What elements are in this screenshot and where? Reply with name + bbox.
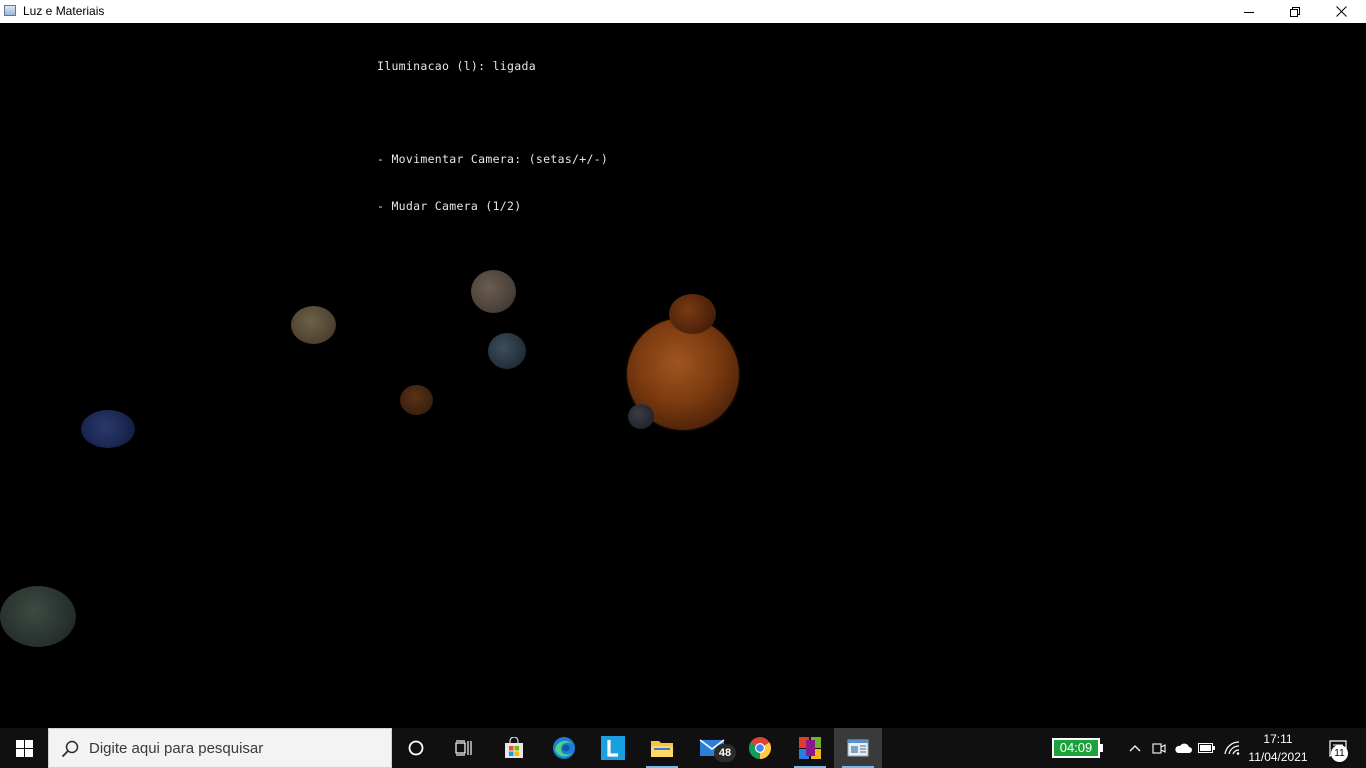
search-box[interactable]: Digite aqui para pesquisar [48, 728, 392, 768]
planet-tan [291, 306, 336, 344]
cortana-icon [408, 740, 424, 756]
camera-icon [1152, 743, 1166, 754]
planet-gray-small [628, 404, 654, 429]
clock[interactable]: 17:11 11/04/2021 [1244, 730, 1312, 766]
planet-brown [400, 385, 433, 415]
clock-date: 11/04/2021 [1248, 750, 1308, 764]
planet-orange-small [669, 294, 716, 334]
planet-earth [488, 333, 526, 369]
meet-now-button[interactable] [1148, 728, 1170, 768]
show-hidden-icons-button[interactable] [1124, 728, 1146, 768]
store-button[interactable] [490, 728, 538, 768]
restore-button[interactable] [1272, 0, 1318, 23]
restore-icon [1290, 6, 1300, 17]
wifi-icon [1224, 741, 1240, 755]
cortana-button[interactable] [392, 728, 440, 768]
windows-icon [15, 739, 33, 757]
close-icon [1335, 6, 1347, 17]
mail-button[interactable]: 48 [688, 728, 736, 768]
l-app-icon [601, 736, 625, 760]
hud-spacer [377, 106, 608, 122]
battery-timer-badge[interactable]: 04:09 [1052, 738, 1100, 758]
office-app-icon [799, 737, 821, 759]
taskbar: Digite aqui para pesquisar 48 04:09 17:1… [0, 728, 1366, 768]
file-explorer-button[interactable] [638, 728, 686, 768]
planet-green-large [0, 586, 76, 647]
title-bar[interactable]: Luz e Materiais [0, 0, 1366, 23]
app-window: Luz e Materiais Iluminacao (l): ligada -… [0, 0, 1366, 728]
hud-text: Iluminacao (l): ligada - Movimentar Came… [377, 28, 608, 245]
app-icon [4, 5, 16, 16]
render-canvas[interactable]: Iluminacao (l): ligada - Movimentar Came… [0, 23, 1366, 728]
planet-striped [471, 270, 516, 313]
minimize-button[interactable] [1226, 0, 1272, 23]
folder-icon [651, 741, 673, 757]
onedrive-button[interactable] [1172, 728, 1194, 768]
search-placeholder: Digite aqui para pesquisar [89, 740, 264, 757]
clock-time: 17:11 [1263, 732, 1293, 746]
move-camera-hint: - Movimentar Camera: (setas/+/-) [377, 152, 609, 166]
battery-icon [1198, 743, 1215, 753]
battery-button[interactable] [1196, 728, 1218, 768]
wifi-button[interactable] [1220, 728, 1244, 768]
active-app-button[interactable] [834, 728, 882, 768]
chevron-up-icon [1129, 745, 1141, 752]
chrome-button[interactable] [736, 728, 784, 768]
window-title: Luz e Materiais [23, 4, 105, 18]
cloud-icon [1175, 743, 1192, 753]
minimize-icon [1244, 11, 1254, 13]
task-view-button[interactable] [440, 728, 488, 768]
notification-count-badge: 11 [1331, 745, 1348, 762]
edge-icon [553, 737, 575, 759]
l-app-button[interactable] [589, 728, 637, 768]
lighting-status: Iluminacao (l): ligada [377, 59, 536, 73]
search-icon [61, 740, 79, 758]
task-view-icon [455, 740, 472, 756]
planet-blue [81, 410, 135, 448]
start-button[interactable] [0, 728, 48, 768]
change-camera-hint: - Mudar Camera (1/2) [377, 198, 522, 213]
mail-badge: 48 [714, 744, 736, 762]
battery-tip [1100, 744, 1103, 752]
close-button[interactable] [1318, 0, 1364, 23]
edge-button[interactable] [540, 728, 588, 768]
chrome-icon [749, 737, 771, 759]
office-app-button[interactable] [786, 728, 834, 768]
window-app-icon [847, 739, 869, 757]
store-icon [505, 737, 523, 758]
